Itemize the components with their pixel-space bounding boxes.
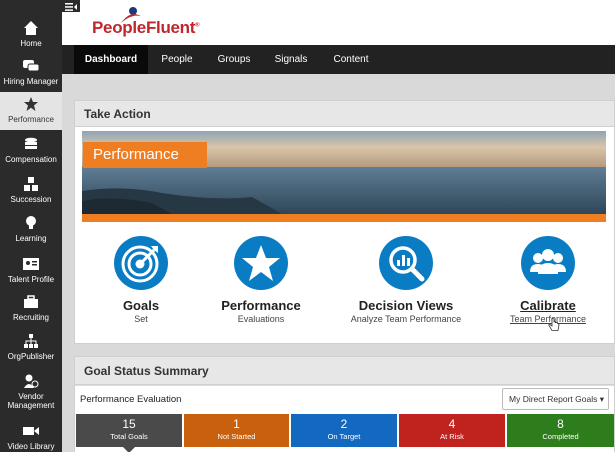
target-icon bbox=[121, 245, 159, 283]
sidebar-item-label: Vendor Management bbox=[7, 392, 55, 410]
goal-status-title: Goal Status Summary bbox=[75, 357, 614, 385]
goals-circle bbox=[114, 236, 168, 290]
goal-summary-subtitle: Performance Evaluation bbox=[80, 394, 182, 405]
org-chart-icon bbox=[24, 334, 38, 348]
action-title: Performance bbox=[221, 298, 301, 313]
star-icon bbox=[242, 245, 280, 281]
action-calibrate[interactable]: Calibrate Team Performance bbox=[483, 236, 613, 324]
banner-title: Performance bbox=[83, 142, 207, 168]
star-icon bbox=[24, 97, 38, 111]
sidebar-item-label: Compensation bbox=[5, 155, 57, 164]
action-subtitle: Analyze Team Performance bbox=[350, 314, 462, 324]
sidebar-item-home[interactable]: Home bbox=[0, 20, 62, 48]
stat-completed[interactable]: 8 Completed bbox=[507, 414, 614, 447]
logo-registered-mark: ® bbox=[195, 22, 200, 29]
briefcase-icon bbox=[24, 295, 38, 308]
stat-total-goals[interactable]: 15 Total Goals bbox=[76, 414, 182, 452]
sidebar-item-video-library[interactable]: Video Library bbox=[0, 423, 62, 451]
action-goals[interactable]: Goals Set bbox=[76, 236, 206, 324]
sidebar-item-label: Learning bbox=[15, 234, 47, 243]
action-title: Decision Views bbox=[358, 298, 454, 313]
home-icon bbox=[24, 21, 38, 35]
vendor-icon bbox=[24, 374, 39, 388]
sidebar: Home Hiring Manager Performance Compensa… bbox=[0, 0, 62, 452]
sidebar-item-label: OrgPublisher bbox=[7, 352, 55, 361]
performance-circle bbox=[234, 236, 288, 290]
action-subtitle: Set bbox=[134, 314, 148, 324]
action-performance[interactable]: Performance Evaluations bbox=[196, 236, 326, 324]
sidebar-item-compensation[interactable]: Compensation bbox=[0, 136, 62, 164]
sidebar-item-recruiting[interactable]: Recruiting bbox=[0, 294, 62, 322]
tab-people[interactable]: People bbox=[152, 45, 202, 74]
sidebar-item-label: Hiring Manager bbox=[3, 77, 59, 86]
action-decision-views[interactable]: Decision Views Analyze Team Performance bbox=[341, 236, 471, 324]
logo-text: PeopleFluent bbox=[92, 18, 196, 37]
chat-icon bbox=[23, 60, 40, 72]
magnifier-chart-icon bbox=[389, 246, 425, 282]
stat-not-started[interactable]: 1 Not Started bbox=[184, 414, 289, 447]
sidebar-item-vendor-management[interactable]: Vendor Management bbox=[0, 373, 62, 410]
goal-filter-dropdown[interactable]: My Direct Report Goals ▾ bbox=[502, 388, 609, 410]
tab-dashboard[interactable]: Dashboard bbox=[74, 45, 148, 74]
people-icon bbox=[530, 249, 566, 274]
stat-number: 2 bbox=[340, 417, 348, 431]
collapse-sidebar-button[interactable] bbox=[62, 0, 80, 12]
action-subtitle: Evaluations bbox=[237, 314, 285, 324]
selected-pointer-icon bbox=[123, 447, 135, 452]
action-title: Calibrate bbox=[520, 298, 576, 313]
stat-on-target[interactable]: 2 On Target bbox=[291, 414, 397, 447]
action-title: Goals bbox=[122, 298, 160, 313]
calibrate-circle bbox=[521, 236, 575, 290]
sidebar-item-label: Video Library bbox=[7, 442, 55, 451]
stat-caption: On Target bbox=[327, 432, 361, 441]
stat-caption: Not Started bbox=[217, 432, 256, 441]
sidebar-item-label: Talent Profile bbox=[7, 275, 55, 284]
stat-number: 15 bbox=[122, 417, 136, 431]
tab-signals[interactable]: Signals bbox=[268, 45, 314, 74]
sidebar-item-label: Home bbox=[20, 39, 42, 48]
sidebar-item-talent-profile[interactable]: Talent Profile bbox=[0, 256, 62, 284]
tab-groups[interactable]: Groups bbox=[210, 45, 258, 74]
sidebar-item-hiring-manager[interactable]: Hiring Manager bbox=[0, 58, 62, 86]
stat-caption: Total Goals bbox=[110, 432, 148, 441]
app-logo[interactable]: PeopleFluent® bbox=[92, 18, 200, 38]
sidebar-item-performance[interactable]: Performance bbox=[0, 92, 62, 130]
sidebar-item-learning[interactable]: Learning bbox=[0, 215, 62, 243]
sidebar-item-label: Recruiting bbox=[12, 313, 49, 322]
stat-caption: At Risk bbox=[440, 432, 464, 441]
succession-icon bbox=[24, 177, 38, 191]
stat-number: 4 bbox=[448, 417, 456, 431]
collapse-icon bbox=[65, 3, 77, 11]
lightbulb-icon bbox=[26, 216, 36, 229]
sidebar-item-succession[interactable]: Succession bbox=[0, 176, 62, 204]
video-icon bbox=[23, 427, 39, 435]
stat-number: 8 bbox=[557, 417, 564, 431]
coins-icon bbox=[25, 137, 37, 149]
stat-caption: Completed bbox=[542, 432, 579, 441]
sidebar-item-label: Performance bbox=[8, 115, 54, 124]
decision-views-circle bbox=[379, 236, 433, 290]
take-action-title: Take Action bbox=[75, 101, 614, 127]
tab-content[interactable]: Content bbox=[324, 45, 378, 74]
sidebar-item-orgpublisher[interactable]: OrgPublisher bbox=[0, 333, 62, 361]
sidebar-item-label: Succession bbox=[10, 195, 52, 204]
hand-cursor-icon bbox=[548, 318, 560, 331]
stat-number: 1 bbox=[233, 417, 240, 431]
main-nav: Dashboard People Groups Signals Content bbox=[62, 45, 615, 74]
stat-at-risk[interactable]: 4 At Risk bbox=[399, 414, 505, 447]
id-card-icon bbox=[23, 258, 39, 270]
